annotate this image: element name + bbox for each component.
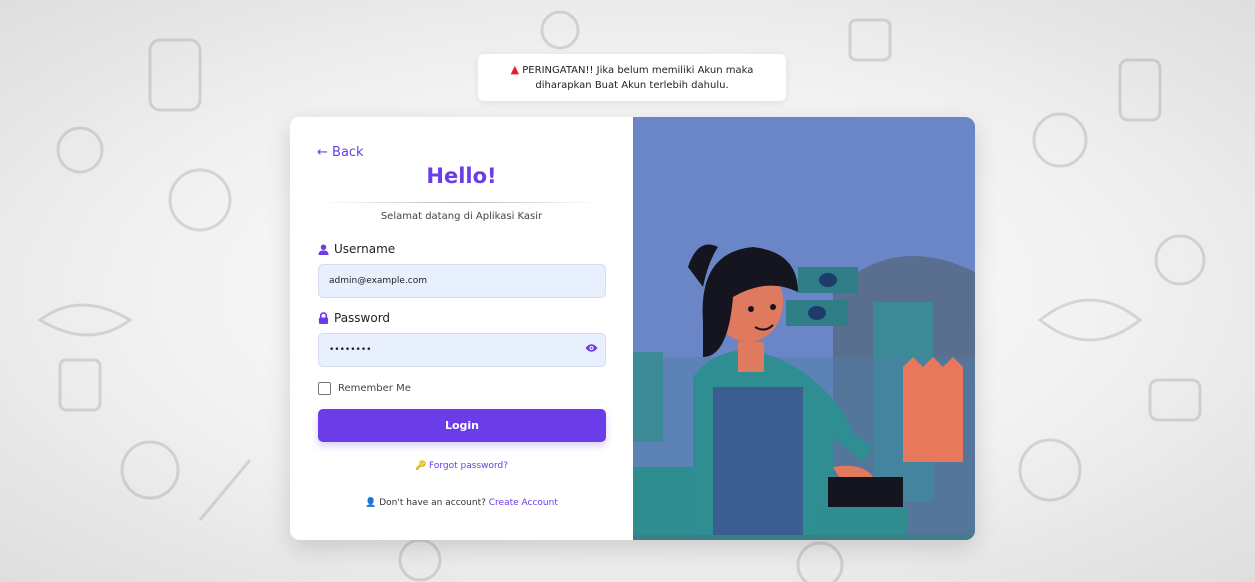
title-divider (323, 202, 600, 203)
key-icon: 🔑 (414, 461, 427, 471)
user-plus-icon: 👤 (365, 498, 377, 508)
illustration-panel (633, 117, 975, 540)
signup-text: Don't have an account? (379, 498, 486, 508)
warning-icon: ▲ (510, 63, 520, 76)
warning-alert-text-1: PERINGATAN!! Jika belum memiliki Akun ma… (522, 65, 754, 76)
password-input[interactable] (318, 333, 606, 367)
signup-row: 👤 Don't have an account? Create Account (290, 498, 633, 508)
remember-me-checkbox[interactable] (318, 382, 331, 395)
warning-alert-line-1: ▲ PERINGATAN!! Jika belum memiliki Akun … (478, 62, 786, 78)
password-label-row: Password (318, 311, 390, 325)
back-link[interactable]: ← Back (317, 145, 364, 160)
forgot-password-row: 🔑 Forgot password? (290, 461, 633, 471)
welcome-subtitle: Selamat datang di Aplikasi Kasir (380, 211, 543, 222)
password-label: Password (334, 311, 391, 325)
remember-me-label[interactable]: Remember Me (338, 383, 411, 394)
remember-me-row: Remember Me (318, 382, 411, 395)
login-card: ← Back Hello! Selamat datang di Aplikasi… (290, 117, 975, 540)
warning-alert: ▲ PERINGATAN!! Jika belum memiliki Akun … (478, 54, 786, 101)
cashier-illustration (633, 117, 975, 540)
user-icon (318, 243, 329, 255)
username-label-row: Username (318, 242, 395, 256)
lock-icon (318, 312, 329, 324)
eye-icon[interactable] (585, 343, 598, 353)
page-title: Hello! (426, 164, 497, 188)
warning-alert-text-2: diharapkan Buat Akun terlebih dahulu. (535, 80, 729, 91)
username-label: Username (334, 242, 396, 256)
username-input[interactable] (318, 264, 606, 298)
create-account-link[interactable]: Create Account (489, 498, 558, 508)
forgot-password-link[interactable]: Forgot password? (429, 461, 508, 471)
login-button[interactable]: Login (318, 409, 606, 442)
login-form-panel: ← Back Hello! Selamat datang di Aplikasi… (290, 117, 633, 540)
